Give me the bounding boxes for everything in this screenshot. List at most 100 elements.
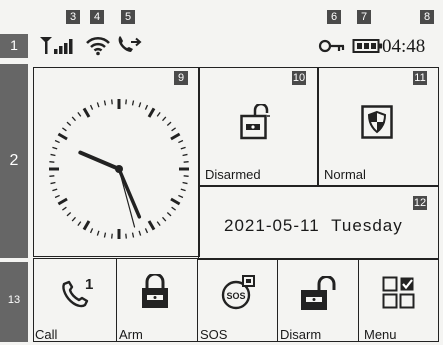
clock-minute-tick bbox=[96, 230, 100, 236]
callout-12: 12 bbox=[413, 196, 427, 210]
clock-hour-tick bbox=[147, 220, 156, 231]
main-area-callout-strip: 2 bbox=[0, 64, 28, 258]
clock-minute-tick bbox=[131, 232, 135, 238]
clock-minute-tick bbox=[103, 232, 107, 238]
callout-3: 3 bbox=[66, 10, 80, 24]
clock-minute-tick bbox=[138, 102, 142, 108]
clock-hour-tick bbox=[170, 132, 181, 141]
clock-minute-tick bbox=[182, 153, 188, 157]
clock-hour-tick bbox=[82, 107, 91, 118]
clock-minute-tick bbox=[66, 121, 72, 126]
callout-7: 7 bbox=[357, 10, 371, 24]
analog-clock bbox=[49, 99, 189, 239]
callout-10: 10 bbox=[292, 71, 306, 85]
clock-minute-tick bbox=[50, 153, 56, 157]
bottom-bar-callout-strip: 13 bbox=[0, 262, 28, 342]
battery-icon bbox=[352, 39, 382, 53]
clock-minute-tick bbox=[125, 233, 127, 239]
callout-11: 11 bbox=[413, 71, 427, 85]
clock-minute-tick bbox=[61, 206, 67, 211]
status-bar-callout-strip: 1 bbox=[0, 34, 28, 58]
svg-text:1: 1 bbox=[85, 276, 93, 293]
arm-label: Arm bbox=[119, 327, 143, 342]
clock-minute-tick bbox=[183, 161, 189, 163]
callout-9: 9 bbox=[174, 71, 188, 85]
clock-minute-tick bbox=[171, 206, 177, 211]
unlock-icon bbox=[301, 276, 336, 310]
clock-hour-tick bbox=[82, 220, 91, 231]
clock-minute-tick bbox=[144, 228, 149, 234]
clock-minute-tick bbox=[111, 99, 113, 105]
clock-minute-tick bbox=[50, 181, 56, 185]
clock-minute-tick bbox=[144, 104, 149, 110]
clock-minute-tick bbox=[77, 221, 82, 227]
clock-minute-tick bbox=[171, 127, 177, 132]
menu-grid-icon bbox=[382, 276, 415, 309]
clock-hour-tick bbox=[170, 197, 181, 206]
unlock-status-icon bbox=[240, 104, 270, 140]
disarmed-label: Disarmed bbox=[205, 167, 261, 182]
clock-minute-tick bbox=[178, 139, 184, 144]
clock-minute-tick bbox=[71, 116, 76, 122]
phone-icon: 1 bbox=[62, 276, 93, 308]
clock-minute-tick bbox=[103, 100, 107, 106]
status-time: 04:48 bbox=[382, 36, 426, 57]
weekday-value: Tuesday bbox=[331, 216, 403, 235]
clock-minute-tick bbox=[66, 212, 72, 217]
callout-1: 1 bbox=[10, 37, 18, 53]
clock-minute-tick bbox=[166, 212, 172, 217]
callout-13: 13 bbox=[7, 294, 21, 306]
clock-minute-tick bbox=[180, 146, 186, 150]
clock-hour-hand bbox=[78, 150, 121, 171]
call-label: Call bbox=[35, 327, 58, 342]
clock-minute-tick bbox=[61, 127, 67, 132]
clock-minute-tick bbox=[125, 99, 127, 105]
clock-minute-tick bbox=[138, 230, 142, 236]
clock-minute-tick bbox=[111, 233, 113, 239]
clock-minute-tick bbox=[182, 181, 188, 185]
callout-5: 5 bbox=[121, 10, 135, 24]
clock-minute-tick bbox=[77, 111, 82, 117]
clock-center-pin bbox=[115, 165, 123, 173]
clock-hour-tick bbox=[57, 132, 68, 141]
callout-6: 6 bbox=[327, 10, 341, 24]
clock-minute-tick bbox=[54, 194, 60, 199]
clock-minute-tick bbox=[156, 111, 161, 117]
clock-hour-tick bbox=[57, 197, 68, 206]
date-text: 2021-05-11 Tuesday bbox=[224, 216, 403, 236]
clock-minute-tick bbox=[89, 104, 94, 110]
clock-minute-tick bbox=[52, 188, 58, 192]
clock-minute-tick bbox=[156, 221, 161, 227]
sos-icon: SOS bbox=[221, 275, 255, 310]
disarm-label: Disarm bbox=[280, 327, 322, 342]
menu-label: Menu bbox=[364, 327, 397, 342]
key-icon bbox=[318, 39, 345, 53]
clock-minute-tick bbox=[52, 146, 58, 150]
wifi-icon bbox=[86, 36, 110, 56]
clock-minute-tick bbox=[166, 121, 172, 126]
callout-8: 8 bbox=[420, 10, 434, 24]
clock-minute-tick bbox=[180, 188, 186, 192]
callout-2: 2 bbox=[9, 152, 19, 169]
lock-icon bbox=[142, 274, 168, 308]
shield-icon bbox=[361, 105, 393, 139]
clock-minute-tick bbox=[162, 216, 167, 222]
clock-minute-tick bbox=[162, 116, 167, 122]
sos-label: SOS bbox=[200, 327, 228, 342]
clock-minute-tick bbox=[178, 194, 184, 199]
clock-minute-hand bbox=[117, 167, 142, 219]
callout-4: 4 bbox=[90, 10, 104, 24]
svg-text:SOS: SOS bbox=[226, 291, 245, 301]
clock-minute-tick bbox=[96, 102, 100, 108]
clock-minute-tick bbox=[183, 175, 189, 177]
clock-minute-tick bbox=[49, 175, 55, 177]
normal-label: Normal bbox=[324, 167, 366, 182]
clock-minute-tick bbox=[89, 228, 94, 234]
antenna-signal-icon bbox=[40, 37, 73, 54]
clock-hour-tick bbox=[147, 107, 156, 118]
clock-minute-tick bbox=[71, 216, 76, 222]
clock-minute-tick bbox=[54, 139, 60, 144]
clock-minute-tick bbox=[49, 161, 55, 163]
date-value: 2021-05-11 bbox=[224, 216, 320, 235]
clock-minute-tick bbox=[131, 100, 135, 106]
